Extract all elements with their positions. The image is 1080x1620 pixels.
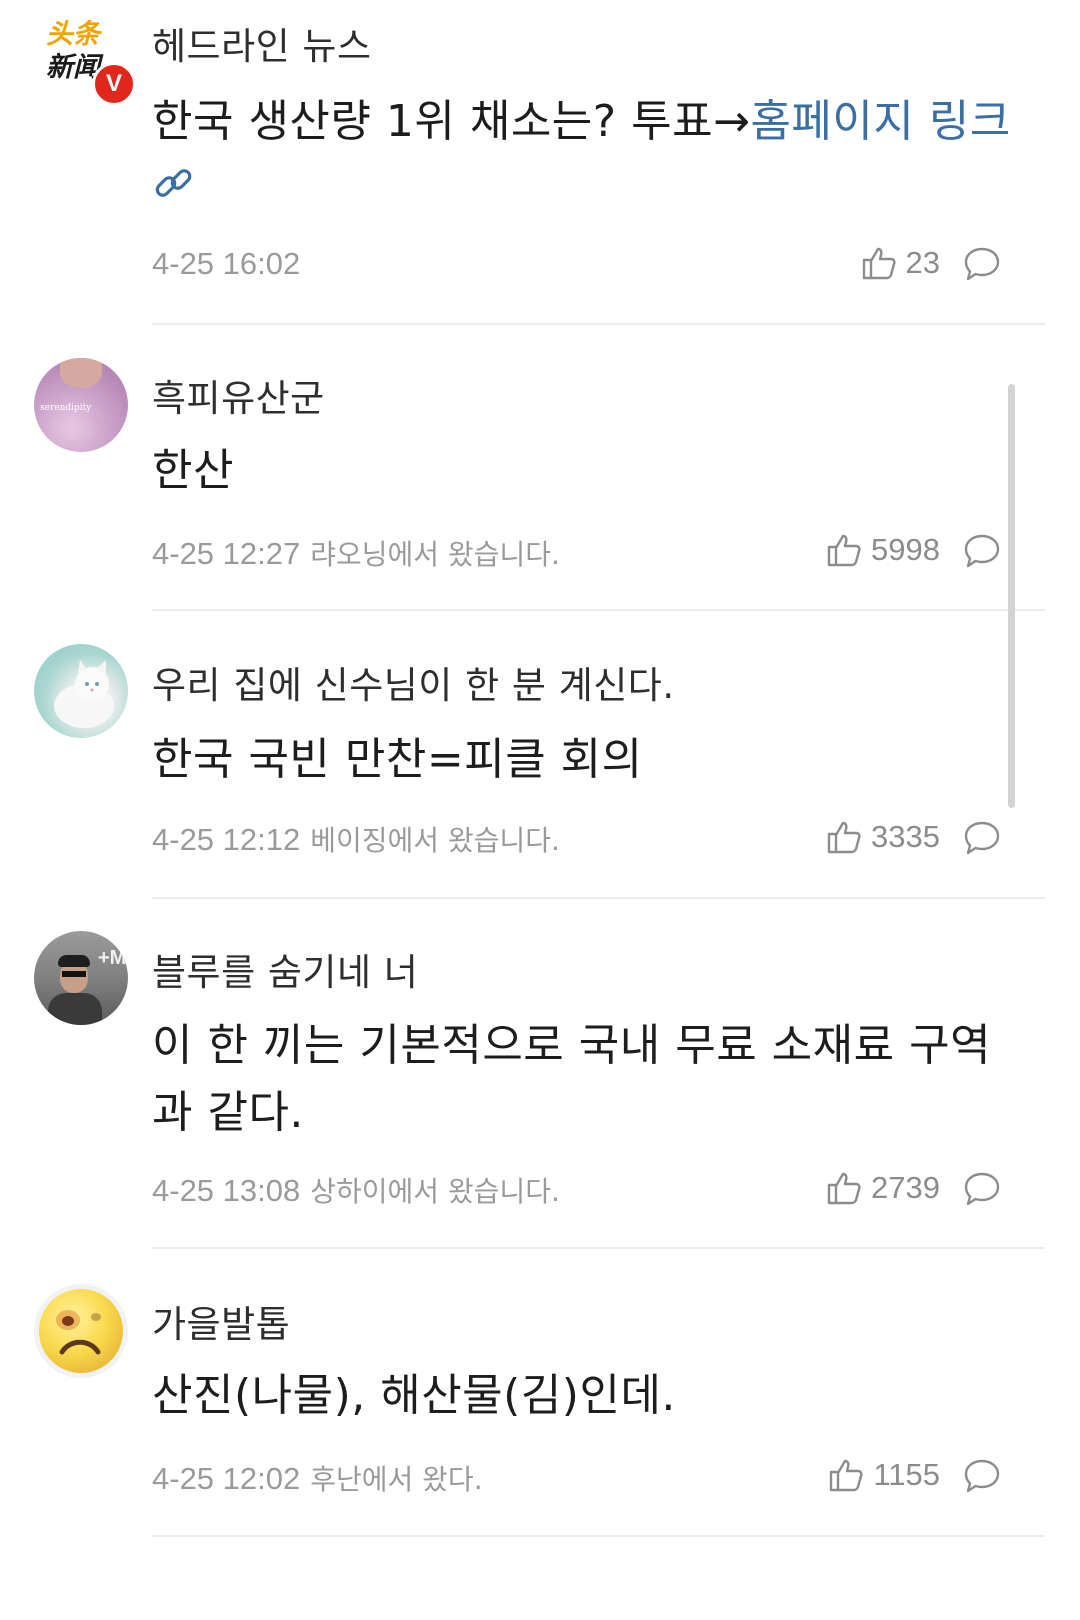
like-count: 5998 <box>871 532 940 567</box>
divider <box>152 609 1045 611</box>
reply-button[interactable] <box>962 244 1002 288</box>
comment-bubble-icon <box>964 247 1000 281</box>
reply-button[interactable] <box>962 818 1002 862</box>
avatar-caption: serendipity <box>40 403 92 413</box>
comment-avatar[interactable] <box>34 644 128 738</box>
comment-meta: 4-25 13:08 상하이에서 왔습니다. <box>152 1170 560 1210</box>
comment-avatar[interactable] <box>34 1284 128 1378</box>
like-button[interactable]: 3335 <box>825 818 940 856</box>
comment-avatar[interactable]: serendipity <box>34 358 128 452</box>
comment-avatar[interactable]: +M <box>34 931 128 1025</box>
comment-location: 후난에서 왔다. <box>310 1463 483 1496</box>
cat-image <box>54 660 114 728</box>
thumbs-up-icon <box>830 1459 863 1492</box>
comment-location: 베이징에서 왔습니다. <box>310 824 560 857</box>
comment-text: 이 한 끼는 기본적으로 국내 무료 소재료 구역과 같다. <box>152 1020 992 1138</box>
comment-bubble-icon <box>964 1459 1000 1493</box>
comment-text: 산진(나물), 해산물(김)인데. <box>152 1370 676 1421</box>
post-avatar[interactable]: 头条 新闻 V <box>40 18 136 110</box>
like-count: 1155 <box>873 1457 940 1492</box>
homepage-link[interactable]: 홈페이지 링크 <box>750 96 1010 147</box>
avatar-caption: +M <box>98 947 127 969</box>
like-button[interactable]: 1155 <box>827 1456 940 1494</box>
news-logo: 头条 新闻 <box>46 19 100 83</box>
reply-button[interactable] <box>962 1456 1002 1500</box>
thumbs-up-icon <box>827 821 861 854</box>
comment-bubble-icon <box>964 821 1000 855</box>
comment-author-name[interactable]: 흑피유산군 <box>152 368 325 422</box>
thumbs-up-icon <box>827 534 861 567</box>
comment-time: 4-25 12:02 <box>152 1461 301 1496</box>
comment-meta: 4-25 12:02 후난에서 왔다. <box>152 1458 483 1498</box>
thumbs-up-icon <box>827 1172 861 1205</box>
comment-location: 상하이에서 왔습니다. <box>310 1175 560 1208</box>
reply-button[interactable] <box>962 531 1002 575</box>
comment-location: 랴오닝에서 왔습니다. <box>310 538 560 571</box>
comment-text: 한산 <box>152 445 234 496</box>
comment-text: 한국 국빈 만찬=피클 회의 <box>152 734 643 785</box>
verified-badge: V <box>92 62 136 106</box>
comment-bubble-icon <box>964 534 1000 568</box>
comment-author-name[interactable]: 가을발톱 <box>152 1294 290 1348</box>
post-author-name[interactable]: 헤드라인 뉴스 <box>152 16 372 70</box>
comment-author-name[interactable]: 우리 집에 신수님이 한 분 계신다. <box>152 655 675 709</box>
divider <box>152 897 1045 899</box>
comment-author-name[interactable]: 블루를 숨기네 너 <box>152 942 418 996</box>
sad-face-emoji-icon <box>39 1289 123 1373</box>
divider <box>152 1535 1045 1537</box>
comment-time: 4-25 12:12 <box>152 822 301 857</box>
like-count: 23 <box>905 245 940 280</box>
reply-button[interactable] <box>962 1169 1002 1213</box>
scrollbar[interactable] <box>1008 384 1015 808</box>
link-icon[interactable] <box>152 158 196 225</box>
comment-meta: 4-25 12:12 베이징에서 왔습니다. <box>152 819 560 859</box>
like-button[interactable]: 2739 <box>825 1169 940 1207</box>
divider <box>152 1247 1045 1249</box>
comment-time: 4-25 13:08 <box>152 1173 301 1208</box>
comment-bubble-icon <box>964 1172 1000 1206</box>
divider <box>152 323 1045 325</box>
post-text: 한국 생산량 1위 채소는? 투표→홈페이지 링크 <box>152 88 1032 225</box>
like-count: 2739 <box>871 1170 940 1205</box>
like-count: 3335 <box>871 819 940 854</box>
like-button[interactable]: 23 <box>860 244 940 282</box>
comment-time: 4-25 12:27 <box>152 536 301 571</box>
comment-meta: 4-25 12:27 랴오닝에서 왔습니다. <box>152 533 560 573</box>
thumbs-up-icon <box>862 247 896 280</box>
post-timestamp: 4-25 16:02 <box>152 246 301 281</box>
like-button[interactable]: 5998 <box>825 531 940 569</box>
